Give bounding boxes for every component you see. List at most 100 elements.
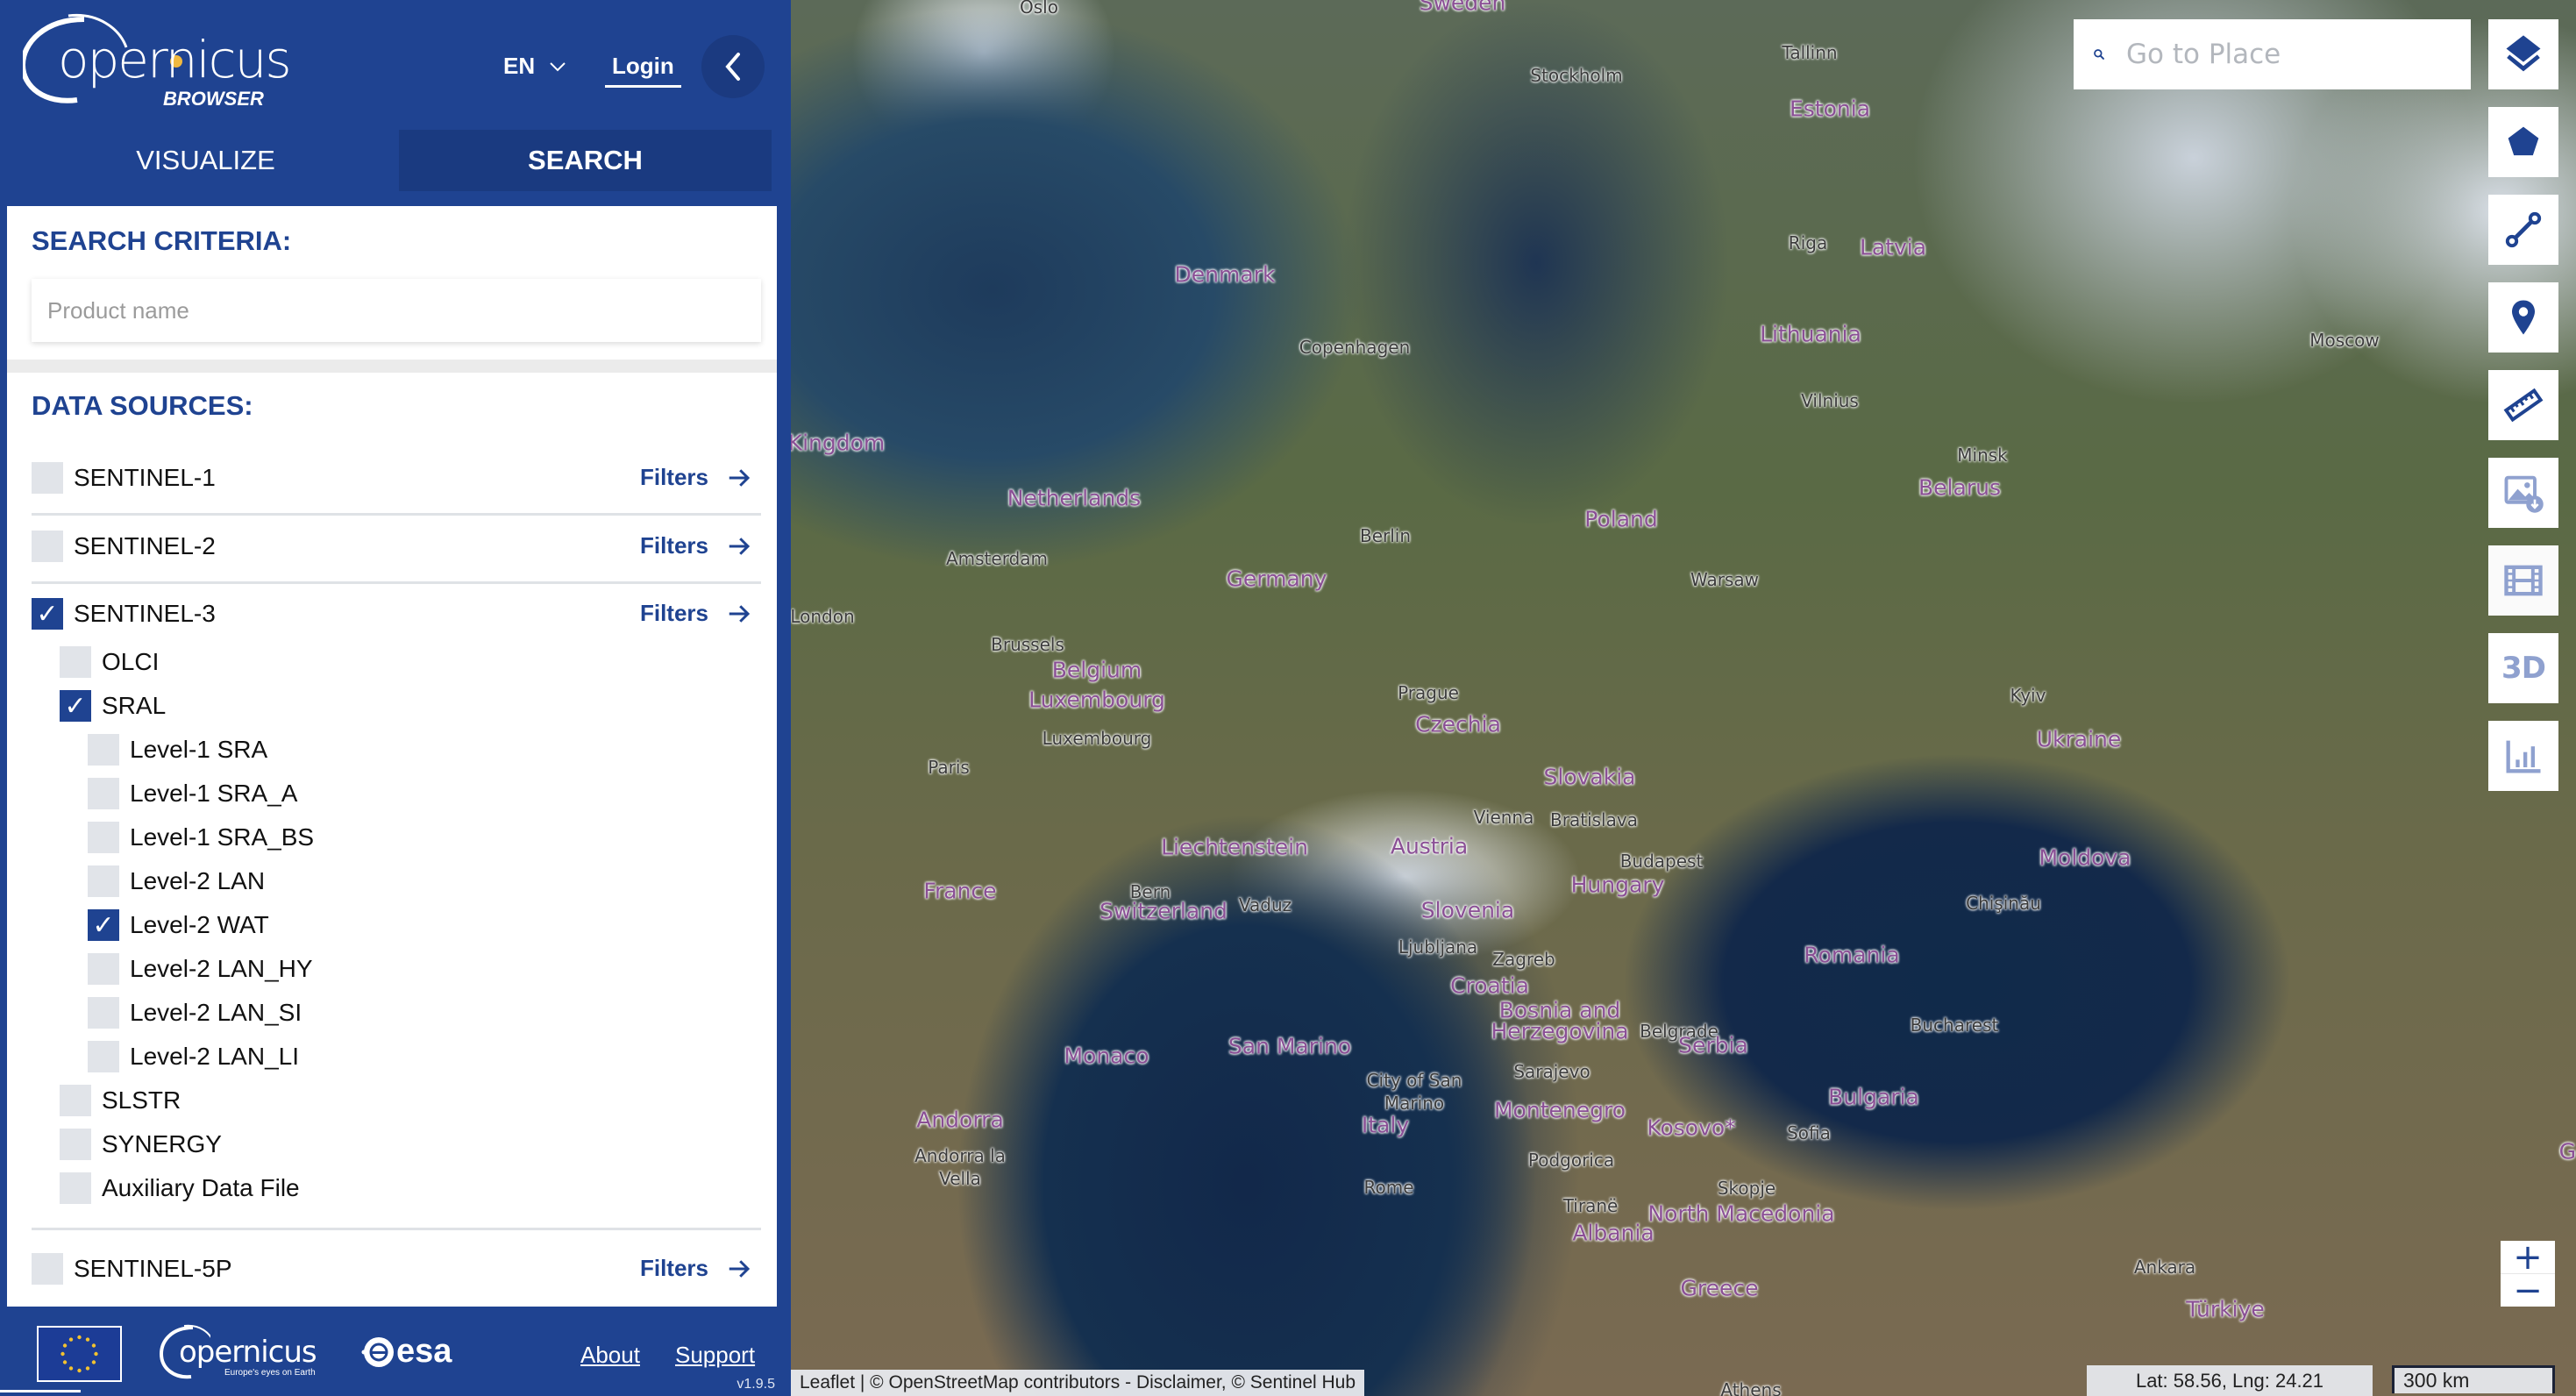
- checkbox[interactable]: ✓: [60, 690, 91, 722]
- data-source-item[interactable]: Level-1 SRA_A: [88, 778, 297, 809]
- measure-distance-button[interactable]: [2488, 195, 2558, 265]
- data-source-item[interactable]: OLCI: [60, 646, 159, 678]
- timelapse-button[interactable]: [2488, 545, 2558, 616]
- checkbox[interactable]: [88, 997, 119, 1029]
- city-label: Kyiv: [2010, 685, 2046, 706]
- data-source-item[interactable]: SENTINEL-1: [32, 462, 216, 494]
- checkbox[interactable]: [32, 1253, 63, 1285]
- layers-button[interactable]: [2488, 19, 2558, 89]
- country-label: Serbia: [1678, 1032, 1748, 1058]
- map-attribution[interactable]: Leaflet | © OpenStreetMap contributors -…: [791, 1370, 1365, 1396]
- go-to-place-input[interactable]: [2124, 38, 2471, 71]
- checkbox[interactable]: [88, 1041, 119, 1072]
- city-label: Podgorica: [1527, 1150, 1615, 1171]
- support-link[interactable]: Support: [675, 1342, 755, 1369]
- checkbox[interactable]: ✓: [32, 598, 63, 630]
- 3d-view-button[interactable]: 3D: [2488, 633, 2558, 703]
- checkbox[interactable]: [88, 953, 119, 985]
- country-label: Belgium: [1051, 657, 1142, 683]
- filters-button[interactable]: Filters: [640, 1255, 752, 1282]
- eu-star: [94, 1351, 98, 1357]
- place-pin-button[interactable]: [2488, 282, 2558, 353]
- esa-emblem-icon: [361, 1336, 394, 1367]
- country-label: Ge: [2558, 1138, 2576, 1165]
- data-source-item[interactable]: Level-1 SRA_BS: [88, 822, 314, 853]
- go-to-place-search[interactable]: [2074, 19, 2471, 89]
- filters-button[interactable]: Filters: [640, 532, 752, 559]
- data-source-item[interactable]: Level-2 LAN_SI: [88, 997, 302, 1029]
- tab-visualize[interactable]: VISUALIZE: [19, 130, 392, 191]
- checkbox[interactable]: [60, 1172, 91, 1204]
- eu-flag-logo: [37, 1326, 122, 1382]
- collapse-sidebar-button[interactable]: [701, 35, 765, 98]
- checkbox[interactable]: [88, 822, 119, 853]
- eu-star: [91, 1360, 96, 1364]
- city-label: Budapest: [1619, 851, 1704, 872]
- country-label: Moldova: [2039, 844, 2131, 871]
- line-measure-icon: [2505, 211, 2542, 248]
- country-label: Denmark: [1174, 261, 1276, 288]
- data-source-item[interactable]: Level-2 LAN_LI: [88, 1041, 299, 1072]
- zoom-out-button[interactable]: −: [2501, 1271, 2555, 1311]
- search-panel: SEARCH CRITERIA: DATA SOURCES: SENTINEL-…: [7, 206, 777, 1307]
- data-source-label: Level-1 SRA_A: [130, 780, 298, 807]
- copernicus-footer-logo: opernicus Europe's eyes on Earth: [158, 1322, 324, 1384]
- 3d-icon: 3D: [2501, 651, 2546, 686]
- country-label: Romania: [1804, 942, 1900, 968]
- polygon-icon: [2508, 126, 2539, 156]
- city-label: Oslo: [1020, 0, 1058, 18]
- country-label: France: [923, 878, 997, 904]
- tab-search[interactable]: SEARCH: [399, 130, 772, 191]
- data-source-item[interactable]: SENTINEL-2: [32, 531, 216, 562]
- data-source-label: Level-1 SRA_BS: [130, 823, 315, 851]
- data-source-item[interactable]: SENTINEL-5P: [32, 1253, 232, 1285]
- city-label: London: [791, 606, 855, 627]
- data-source-item[interactable]: Auxiliary Data File: [60, 1172, 300, 1204]
- filters-button[interactable]: Filters: [640, 600, 752, 627]
- login-button[interactable]: Login: [605, 53, 681, 88]
- chevron-left-icon: [725, 53, 740, 81]
- list-divider: [32, 581, 761, 584]
- data-source-item[interactable]: SYNERGY: [60, 1129, 222, 1160]
- city-label: Tiranë: [1562, 1195, 1619, 1216]
- eu-star: [62, 1360, 68, 1364]
- image-download-button[interactable]: [2488, 458, 2558, 528]
- copernicus-browser-logo[interactable]: opernicus BROWSER: [19, 12, 292, 110]
- data-source-item[interactable]: ✓ Level-2 WAT: [88, 909, 269, 941]
- list-divider: [32, 513, 761, 516]
- data-source-item[interactable]: Level-1 SRA: [88, 734, 267, 766]
- eu-star: [68, 1366, 74, 1371]
- statistics-button[interactable]: [2488, 721, 2558, 791]
- country-label: Czechia: [1415, 711, 1501, 737]
- data-source-item[interactable]: ✓ SRAL: [60, 690, 166, 722]
- zoom-in-button[interactable]: +: [2501, 1237, 2555, 1278]
- search-criteria-heading: SEARCH CRITERIA:: [32, 225, 292, 256]
- checkbox[interactable]: [32, 462, 63, 494]
- ruler-icon: [2503, 388, 2544, 423]
- language-label: EN: [503, 53, 536, 79]
- data-source-item[interactable]: Level-2 LAN_HY: [88, 953, 313, 985]
- chart-icon: [2506, 740, 2541, 773]
- draw-polygon-button[interactable]: [2488, 107, 2558, 177]
- checkbox[interactable]: [88, 734, 119, 766]
- country-label: Slovenia: [1420, 897, 1515, 923]
- map-canvas[interactable]: Oslo Sweden Stockholm Tallinn Estonia Riga Lat…: [791, 0, 2576, 1396]
- checkbox[interactable]: [32, 531, 63, 562]
- checkbox[interactable]: ✓: [88, 909, 119, 941]
- checkbox[interactable]: [60, 1129, 91, 1160]
- checkbox[interactable]: [60, 1085, 91, 1116]
- checkbox[interactable]: [60, 646, 91, 678]
- data-source-item[interactable]: SLSTR: [60, 1085, 181, 1116]
- measure-ruler-button[interactable]: [2488, 370, 2558, 440]
- filters-button[interactable]: Filters: [640, 464, 752, 491]
- product-name-input[interactable]: [32, 279, 761, 342]
- data-source-item[interactable]: ✓ SENTINEL-3: [32, 598, 216, 630]
- checkbox[interactable]: [88, 865, 119, 897]
- city-label: Vella: [939, 1168, 981, 1189]
- checkbox[interactable]: [88, 778, 119, 809]
- footer-underline: [0, 1390, 81, 1392]
- checkmark-icon: ✓: [36, 599, 59, 629]
- about-link[interactable]: About: [580, 1342, 640, 1369]
- data-source-item[interactable]: Level-2 LAN: [88, 865, 265, 897]
- language-selector[interactable]: EN: [503, 53, 566, 80]
